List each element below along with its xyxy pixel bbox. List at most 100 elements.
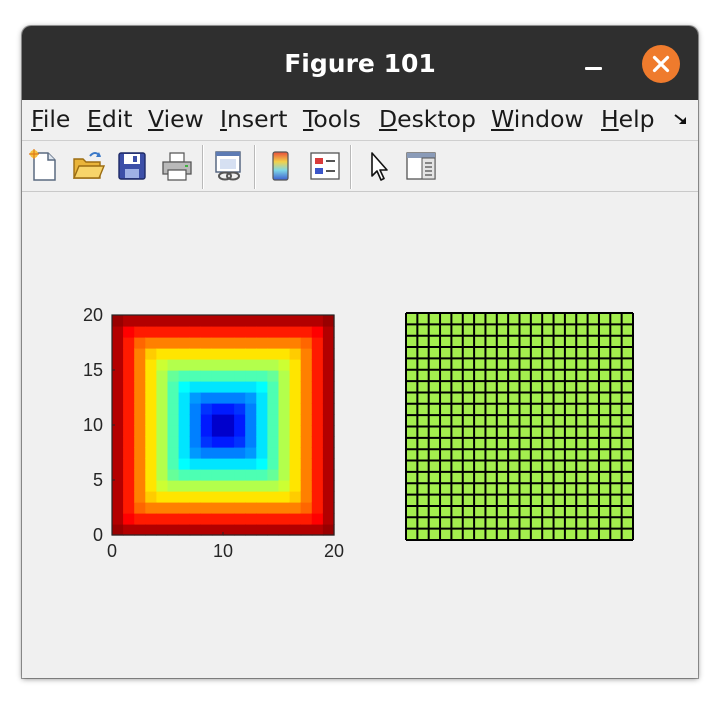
menu-edit[interactable]: Edit bbox=[87, 103, 133, 135]
heatmap-cell bbox=[134, 480, 146, 492]
heatmap-cell bbox=[245, 403, 257, 415]
heatmap-cell bbox=[223, 381, 235, 393]
insert-colorbar-button[interactable] bbox=[263, 148, 299, 184]
heatmap-cell bbox=[289, 436, 302, 448]
heatmap-cell bbox=[311, 403, 324, 415]
menu-tools[interactable]: Tools bbox=[303, 103, 361, 135]
minimize-button[interactable] bbox=[582, 52, 606, 76]
edit-plot-pointer-icon bbox=[371, 152, 388, 181]
insert-legend-button[interactable] bbox=[307, 148, 343, 184]
axes-1-yticks: 0 5 10 15 20 bbox=[83, 305, 115, 545]
heatmap-cell bbox=[123, 403, 135, 415]
menu-view[interactable]: View bbox=[148, 103, 204, 135]
heatmap-cell bbox=[178, 392, 191, 404]
heatmap-cell bbox=[189, 315, 202, 327]
link-plot-button[interactable] bbox=[211, 148, 247, 184]
heatmap-cell bbox=[145, 513, 157, 525]
heatmap-cell bbox=[289, 524, 302, 536]
menu-tools-mnemonic: T bbox=[303, 105, 314, 133]
heatmap-cell bbox=[245, 414, 257, 426]
menu-help[interactable]: Help bbox=[601, 103, 655, 135]
menu-insert[interactable]: Insert bbox=[220, 103, 287, 135]
heatmap-cell bbox=[267, 414, 280, 426]
heatmap-cell bbox=[178, 359, 191, 371]
heatmap-cell bbox=[267, 491, 280, 503]
menu-overflow-button[interactable] bbox=[672, 111, 690, 129]
heatmap-cell bbox=[311, 359, 324, 371]
heatmap-cell bbox=[267, 403, 280, 415]
heatmap-cell bbox=[267, 381, 280, 393]
heatmap-cell bbox=[322, 524, 335, 536]
heatmap-cell bbox=[234, 458, 246, 470]
print-button[interactable] bbox=[159, 148, 195, 184]
heatmap-cell bbox=[245, 469, 257, 481]
heatmap-cell bbox=[234, 392, 246, 404]
heatmap-cell bbox=[278, 326, 291, 338]
close-button[interactable] bbox=[642, 45, 680, 83]
heatmap-cell bbox=[156, 458, 169, 470]
heatmap-cell bbox=[167, 425, 180, 437]
property-inspector-button[interactable] bbox=[403, 148, 439, 184]
heatmap-cell bbox=[200, 414, 213, 426]
heatmap-cell bbox=[123, 348, 135, 360]
heatmap-cell bbox=[267, 392, 280, 404]
heatmap-cell bbox=[189, 480, 202, 492]
heatmap-cell bbox=[278, 359, 291, 371]
heatmap-cell bbox=[200, 524, 213, 536]
close-icon bbox=[652, 55, 670, 73]
heatmap-cell bbox=[300, 370, 313, 382]
heatmap-cell bbox=[134, 491, 146, 503]
property-inspector-icon bbox=[406, 152, 436, 180]
heatmap-cell bbox=[200, 370, 213, 382]
heatmap-cell bbox=[112, 359, 124, 371]
heatmap-cell bbox=[211, 447, 224, 459]
heatmap-cell bbox=[234, 447, 246, 459]
heatmap-cell bbox=[322, 447, 335, 459]
heatmap-cell bbox=[211, 502, 224, 514]
save-icon bbox=[118, 152, 146, 180]
heatmap-cell bbox=[156, 403, 169, 415]
figure-canvas[interactable]: 0 10 20 0 5 10 15 20 bbox=[22, 192, 698, 678]
heatmap-cell bbox=[311, 502, 324, 514]
heatmap-cell bbox=[211, 381, 224, 393]
heatmap-cell bbox=[234, 403, 246, 415]
heatmap-cell bbox=[289, 480, 302, 492]
heatmap-cell bbox=[112, 414, 124, 426]
heatmap-cell bbox=[123, 425, 135, 437]
heatmap-cell bbox=[278, 436, 291, 448]
heatmap-cell bbox=[234, 469, 246, 481]
heatmap-cell bbox=[300, 469, 313, 481]
menu-desktop[interactable]: Desktop bbox=[379, 103, 476, 135]
axes-1[interactable]: 0 10 20 0 5 10 15 20 bbox=[83, 305, 344, 561]
heatmap-cell bbox=[256, 315, 268, 327]
open-file-button[interactable] bbox=[70, 148, 106, 184]
new-figure-button[interactable] bbox=[26, 148, 62, 184]
menu-window[interactable]: Window bbox=[491, 103, 584, 135]
heatmap-cell bbox=[278, 458, 291, 470]
menu-file[interactable]: File bbox=[31, 103, 70, 135]
toolbar-separator bbox=[350, 145, 352, 189]
axes-2[interactable] bbox=[405, 312, 634, 541]
heatmap-cell bbox=[145, 414, 157, 426]
heatmap-cell bbox=[300, 315, 313, 327]
heatmap-cell bbox=[189, 469, 202, 481]
heatmap-cell bbox=[112, 348, 124, 360]
menu-help-label: elp bbox=[618, 105, 655, 133]
heatmap-cell bbox=[200, 381, 213, 393]
heatmap-cell bbox=[167, 381, 180, 393]
heatmap-cell bbox=[167, 502, 180, 514]
heatmap-cell bbox=[178, 502, 191, 514]
heatmap-cell bbox=[234, 370, 246, 382]
heatmap-cell bbox=[245, 458, 257, 470]
save-button[interactable] bbox=[114, 148, 150, 184]
heatmap-cell bbox=[267, 436, 280, 448]
heatmap-cell bbox=[300, 480, 313, 492]
menu-window-label: indow bbox=[513, 105, 584, 133]
heatmap-cell bbox=[322, 359, 335, 371]
heatmap-cell bbox=[134, 524, 146, 536]
heatmap-cell bbox=[200, 392, 213, 404]
edit-plot-button[interactable] bbox=[360, 148, 396, 184]
heatmap-cell bbox=[311, 491, 324, 503]
heatmap-cell bbox=[322, 491, 335, 503]
heatmap-cell bbox=[311, 315, 324, 327]
